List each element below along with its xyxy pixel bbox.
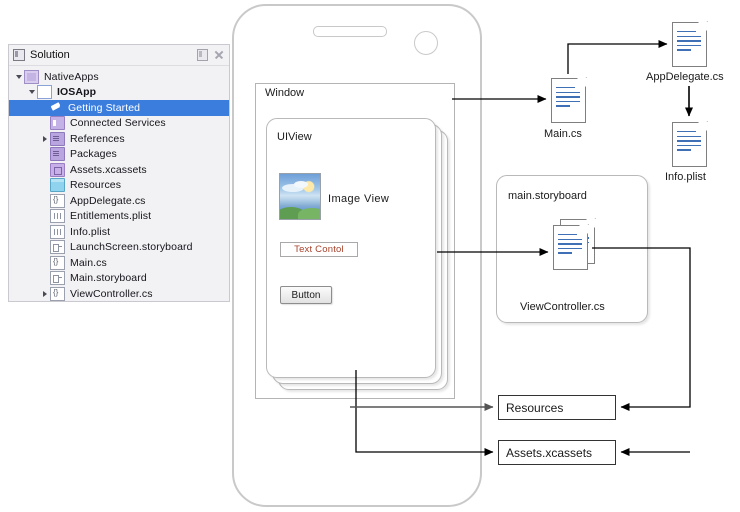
tree-item-label: References (70, 132, 125, 145)
tree-item-nativeapps[interactable]: NativeApps (9, 69, 229, 85)
csharp-file-icon (50, 193, 65, 208)
assets-xcassets-box: Assets.xcassets (498, 440, 616, 465)
tree-item-label: Main.storyboard (70, 272, 147, 285)
tree-item-launchscreen-storyboard[interactable]: LaunchScreen.storyboard (9, 240, 229, 256)
tree-item-label: Packages (70, 148, 117, 161)
solution-panel: Solution NativeApps IOSApp Getting Started… (8, 44, 230, 302)
button-control-label: Button (291, 289, 321, 301)
folder-blue-icon (50, 178, 65, 193)
phone-speaker-icon (313, 26, 387, 37)
folder-icon (50, 147, 65, 162)
resources-label: Resources (506, 400, 564, 415)
dock-icon[interactable] (197, 49, 208, 61)
main-cs-label: Main.cs (544, 128, 582, 140)
main-cs-document-icon (551, 77, 587, 123)
tree-item-viewcontroller-cs[interactable]: ViewController.cs (9, 286, 229, 302)
assets-label: Assets.xcassets (506, 445, 593, 460)
tree-item-label: IOSApp (57, 86, 97, 99)
tree-item-connected-services[interactable]: Connected Services (9, 116, 229, 132)
tree-item-label: NativeApps (44, 70, 99, 83)
tree-item-main-storyboard[interactable]: Main.storyboard (9, 271, 229, 287)
tree-item-info-plist[interactable]: Info.plist (9, 224, 229, 240)
window-label: Window (265, 87, 305, 99)
folder-icon (50, 131, 65, 146)
tree-item-entitlements-plist[interactable]: Entitlements.plist (9, 209, 229, 225)
image-view-icon (279, 173, 321, 220)
viewcontroller-cs-label: ViewController.cs (520, 301, 605, 313)
tree-item-label: Entitlements.plist (70, 210, 152, 223)
tree-item-label: Info.plist (70, 225, 111, 238)
chevron-down-icon[interactable] (13, 74, 24, 79)
tree-item-packages[interactable]: Packages (9, 147, 229, 163)
tree-item-getting-started[interactable]: Getting Started (9, 100, 229, 116)
solution-tree: NativeApps IOSApp Getting Started Connected… (9, 66, 229, 302)
project-icon (37, 85, 52, 100)
tree-item-references[interactable]: References (9, 131, 229, 147)
solution-panel-header: Solution (9, 45, 229, 66)
tree-item-appdelegate-cs[interactable]: AppDelegate.cs (9, 193, 229, 209)
chevron-right-icon[interactable] (39, 290, 50, 297)
appdelegate-cs-document-icon (672, 21, 708, 67)
tree-item-label: Connected Services (70, 117, 166, 130)
storyboard-file-icon (50, 271, 65, 286)
info-plist-label: Info.plist (665, 171, 706, 183)
pin-icon (50, 102, 63, 114)
info-plist-document-icon (672, 121, 708, 167)
resources-box: Resources (498, 395, 616, 420)
phone-camera-icon (414, 31, 438, 55)
close-icon[interactable] (214, 50, 224, 60)
image-view-label: Image View (328, 193, 390, 205)
text-control-field[interactable]: Text Contol (280, 242, 358, 257)
uiview-label: UIView (277, 131, 312, 143)
solution-icon (24, 69, 39, 84)
tree-item-label: Resources (70, 179, 122, 192)
appdelegate-cs-label: AppDelegate.cs (646, 71, 724, 83)
assets-icon (50, 162, 65, 177)
viewcontroller-cs-document-icon (553, 224, 589, 270)
plist-file-icon (50, 209, 65, 224)
connected-services-icon (50, 116, 65, 131)
connector-main-to-appdelegate (567, 40, 668, 74)
button-control[interactable]: Button (280, 286, 332, 304)
solution-panel-title: Solution (30, 49, 70, 61)
tree-item-assets-xcassets[interactable]: Assets.xcassets (9, 162, 229, 178)
tree-item-label: Assets.xcassets (70, 163, 147, 176)
tree-item-label: Main.cs (70, 256, 107, 269)
text-control-label: Text Contol (294, 244, 344, 255)
tree-item-label: Getting Started (68, 101, 141, 114)
tree-item-resources[interactable]: Resources (9, 178, 229, 194)
main-storyboard-label: main.storyboard (508, 190, 587, 202)
tree-item-label: AppDelegate.cs (70, 194, 146, 207)
csharp-file-icon (50, 286, 65, 301)
storyboard-file-icon (50, 240, 65, 255)
tree-item-label: ViewController.cs (70, 287, 153, 300)
chevron-down-icon[interactable] (26, 90, 37, 95)
csharp-file-icon (50, 255, 65, 270)
tree-item-iosapp[interactable]: IOSApp (9, 85, 229, 101)
plist-file-icon (50, 224, 65, 239)
tree-item-label: LaunchScreen.storyboard (70, 241, 193, 254)
solution-icon (13, 49, 25, 61)
chevron-right-icon[interactable] (39, 135, 50, 142)
tree-item-main-cs[interactable]: Main.cs (9, 255, 229, 271)
